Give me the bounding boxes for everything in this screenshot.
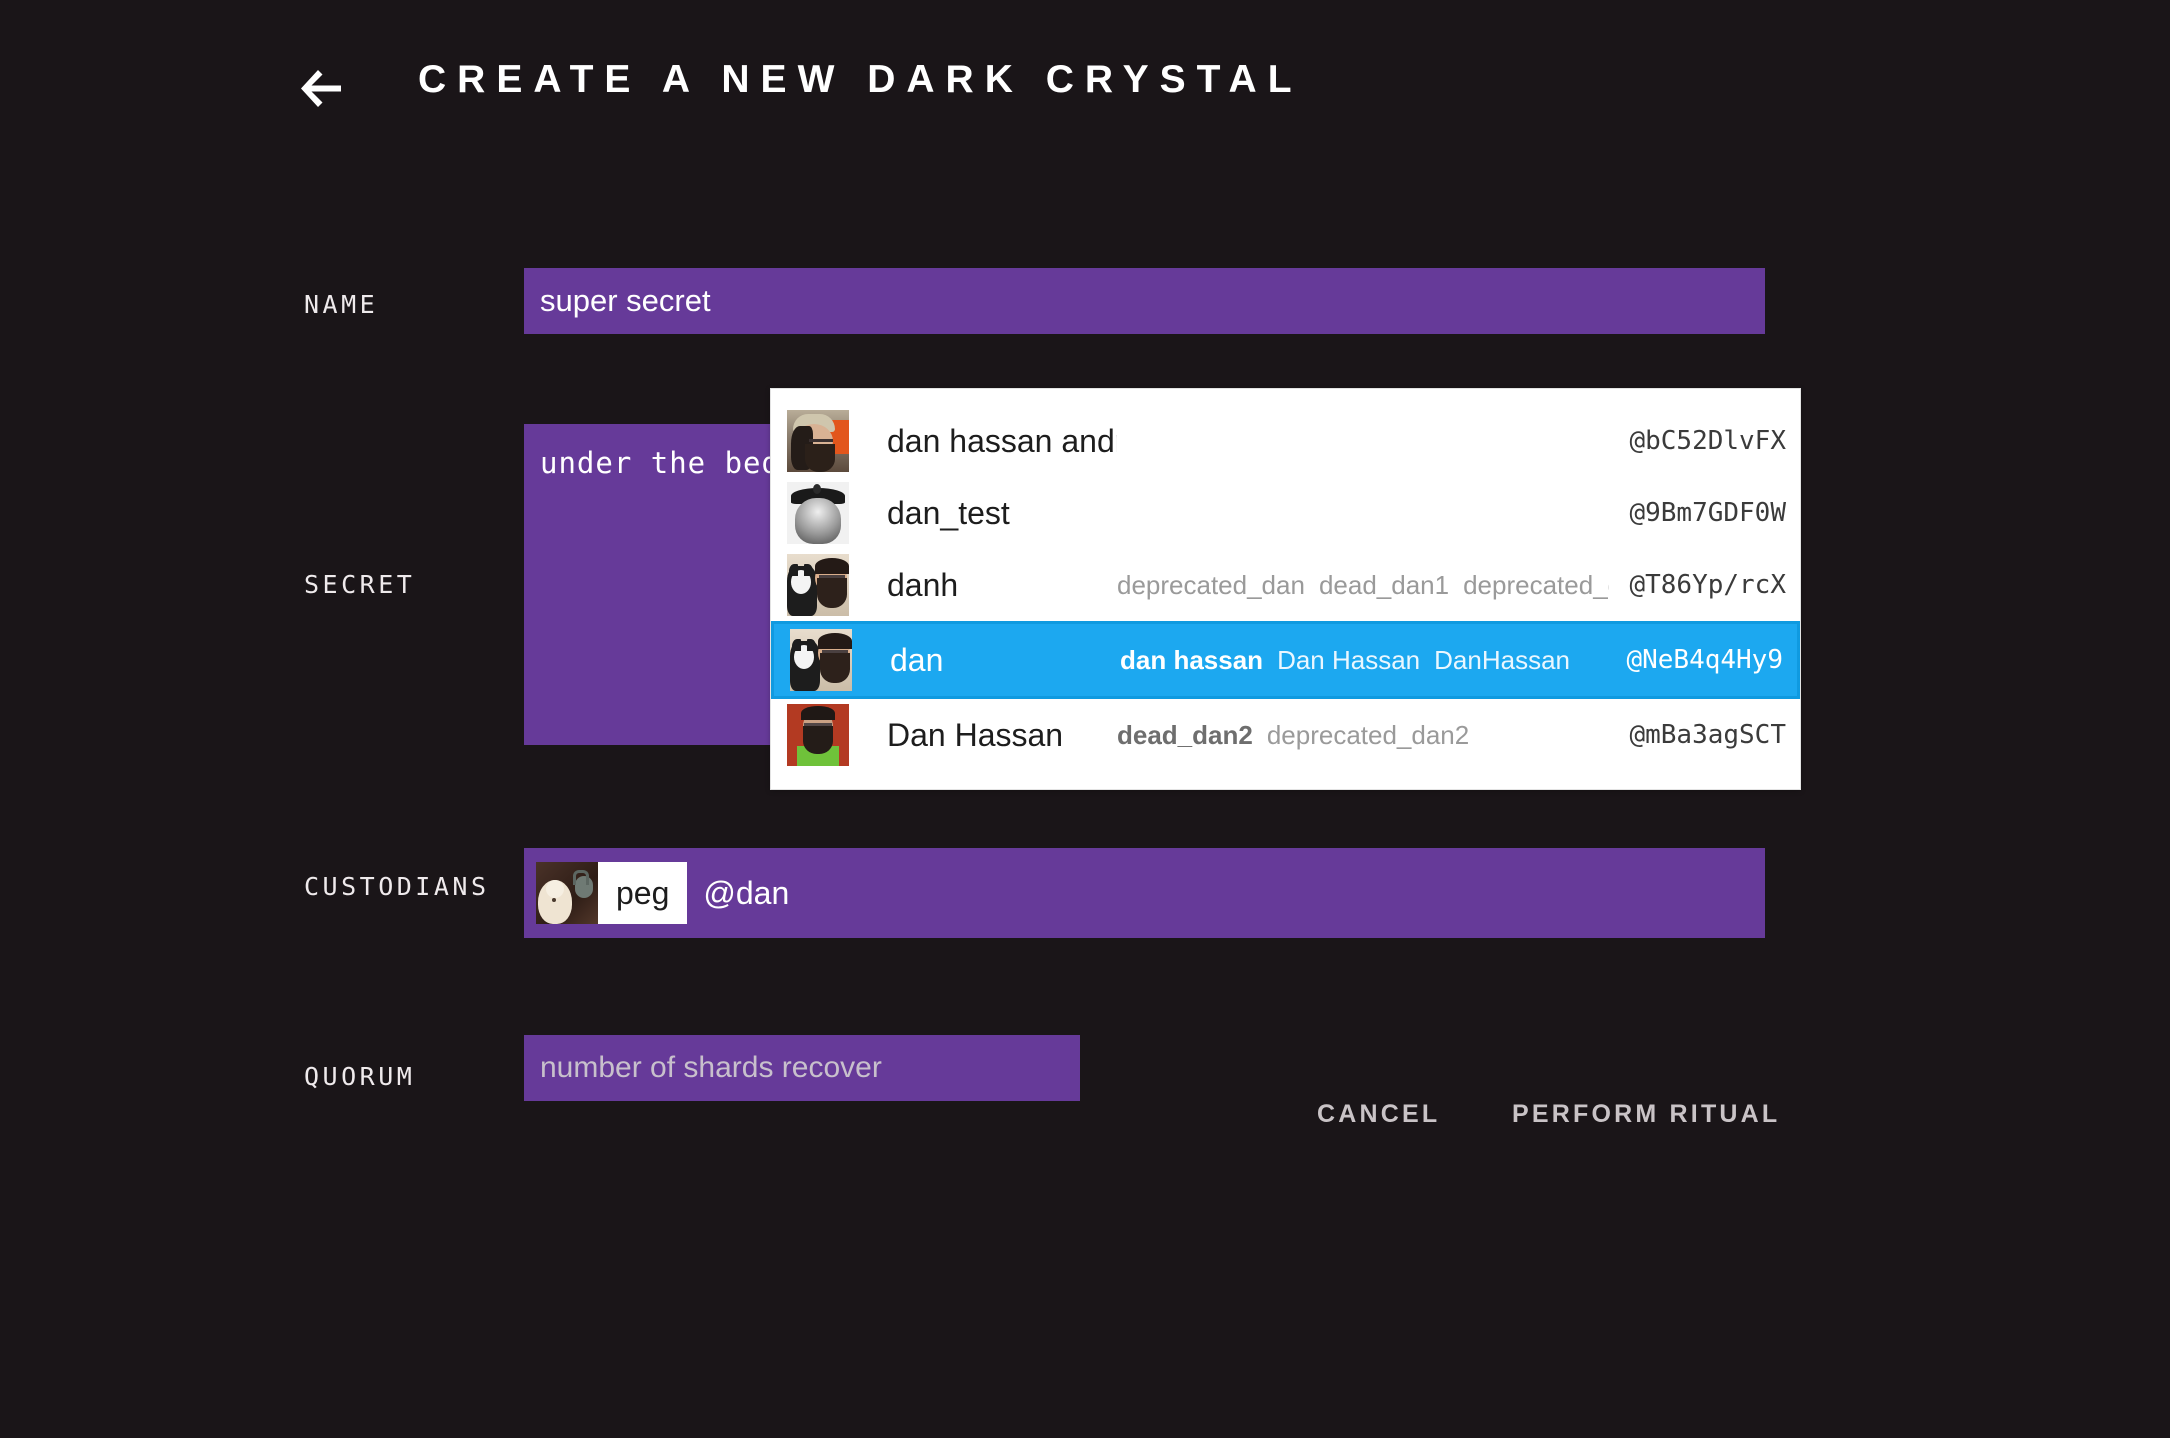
alias: dead_dan1	[1318, 569, 1450, 600]
autocomplete-option-aliases: deprecated_dan dead_dan1 deprecated_dan1	[1117, 570, 1609, 601]
autocomplete-option-handle: @bC52DlvFX	[1629, 426, 1786, 456]
autocomplete-option-name: Dan Hassan	[887, 716, 1064, 753]
autocomplete-option-handle: @NeB4q4Hy9	[1626, 645, 1783, 675]
alias-match: dan hassan	[1120, 644, 1264, 675]
alias: deprecated_dan1	[1463, 569, 1609, 600]
form-actions: CANCEL PERFORM RITUAL	[1280, 1100, 1780, 1150]
autocomplete-option-name: danh	[887, 566, 959, 603]
autocomplete-option-selected[interactable]: dan dan hassan Dan Hassan DanHassan @NeB4q…	[771, 621, 1800, 699]
peg-avatar	[536, 862, 598, 924]
dan-avatar	[790, 629, 852, 691]
alias: Dan Hassan	[1277, 644, 1421, 675]
custodian-chip-label: peg	[616, 874, 670, 911]
back-button[interactable]	[296, 62, 348, 114]
custodian-chip[interactable]: peg	[536, 862, 688, 924]
danh-avatar	[787, 554, 849, 616]
alias: deprecated_dan	[1117, 569, 1305, 600]
alias: DanHassan	[1434, 644, 1570, 675]
page-title: CREATE A NEW DARK CRYSTAL	[418, 58, 1303, 101]
name-label: NAME	[304, 290, 379, 319]
autocomplete-option-aliases: dead_dan2 deprecated_dan2	[1117, 720, 1609, 751]
name-input[interactable]: super secret	[524, 268, 1765, 334]
autocomplete-option-name: dan hassan android	[887, 422, 1117, 459]
custodians-typed-text: @dan	[703, 874, 790, 911]
cancel-button[interactable]: CANCEL	[1317, 1100, 1440, 1129]
autocomplete-option[interactable]: Dan Hassan dead_dan2 deprecated_dan2 @mBa…	[771, 699, 1800, 771]
custodians-label: CUSTODIANS	[304, 872, 490, 901]
custodians-input[interactable]: peg @dan	[524, 848, 1765, 938]
autocomplete-option-name: dan	[890, 641, 944, 678]
alias-match: dead_dan2	[1117, 719, 1253, 750]
autocomplete-option[interactable]: danh deprecated_dandead_dan1deprecated_d…	[771, 549, 1800, 621]
secret-input-value: under the bed	[540, 446, 780, 480]
quorum-placeholder: number of shards recover	[540, 1051, 882, 1084]
name-input-value: super secret	[540, 283, 711, 318]
quorum-label: QUORUM	[304, 1062, 416, 1091]
autocomplete-option-handle: @mBa3agSCT	[1629, 720, 1786, 750]
autocomplete-option-aliases: dan hassan Dan Hassan DanHassan	[1120, 645, 1606, 676]
dan-test-avatar	[787, 482, 849, 544]
autocomplete-option-handle: @T86Yp/rcX	[1629, 570, 1786, 600]
dan-hassan-android-avatar	[787, 410, 849, 472]
alias: deprecated_dan2	[1266, 719, 1470, 750]
autocomplete-option[interactable]: dan hassan android @bC52DlvFX	[771, 405, 1800, 477]
dan-hassan-avatar	[787, 704, 849, 766]
autocomplete-option[interactable]: dan_test @9Bm7GDF0W	[771, 477, 1800, 549]
custodian-autocomplete-dropdown: dan hassan android @bC52DlvFX dan_test @…	[770, 388, 1801, 790]
page-header: CREATE A NEW DARK CRYSTAL	[0, 0, 2170, 150]
perform-ritual-button[interactable]: PERFORM RITUAL	[1512, 1100, 1780, 1129]
autocomplete-option-handle: @9Bm7GDF0W	[1629, 498, 1786, 528]
arrow-left-icon	[299, 66, 345, 110]
autocomplete-option-name: dan_test	[887, 494, 1010, 531]
secret-label: SECRET	[304, 570, 416, 599]
quorum-input[interactable]: number of shards recover	[524, 1035, 1080, 1101]
